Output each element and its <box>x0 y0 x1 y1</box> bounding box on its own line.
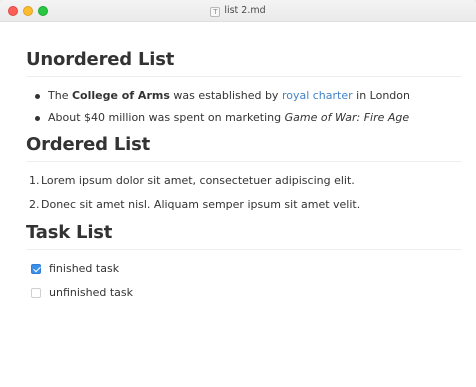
heading-ordered-list: Ordered List <box>26 134 462 162</box>
unordered-list: The College of Arms was established by r… <box>26 89 462 125</box>
list-item-text: About $40 million was spent on marketing <box>48 111 285 124</box>
task-item: unfinished task <box>26 286 462 300</box>
window-title-text: list 2.md <box>224 5 266 16</box>
list-number: 1. <box>29 174 40 187</box>
bold-text: College of Arms <box>71 89 170 102</box>
task-item: finished task <box>26 262 462 276</box>
task-checkbox-unchecked-icon[interactable] <box>31 288 41 298</box>
royal-charter-link[interactable]: royal charter <box>282 89 353 102</box>
window-title: Tlist 2.md <box>0 4 476 17</box>
task-checkbox-checked-icon[interactable] <box>31 264 41 274</box>
heading-task-list: Task List <box>26 222 462 250</box>
italic-text: Game of War: Fire Age <box>284 111 410 124</box>
list-item-text: Lorem ipsum dolor sit amet, consectetuer… <box>41 174 355 187</box>
task-label: finished task <box>49 262 120 275</box>
list-number: 2. <box>29 198 40 211</box>
title-bar: Tlist 2.md <box>0 0 476 22</box>
list-item-text: in London <box>352 89 410 102</box>
task-list: finished task unfinished task <box>26 262 462 300</box>
list-item-text: Donec sit amet nisl. Aliquam semper ipsu… <box>41 198 361 211</box>
list-item: 1. Lorem ipsum dolor sit amet, consectetu… <box>26 174 462 188</box>
list-item-text: The <box>48 89 72 102</box>
heading-unordered-list: Unordered List <box>26 49 462 77</box>
list-item-text: was established by <box>169 89 282 102</box>
list-item: About $40 million was spent on marketing… <box>26 111 462 125</box>
document-content[interactable]: Unordered List The College of Arms was e… <box>26 22 462 310</box>
editor-window: Tlist 2.md Unordered List The College of… <box>0 0 476 387</box>
task-label: unfinished task <box>49 286 134 299</box>
ordered-list: 1. Lorem ipsum dolor sit amet, consectetu… <box>26 174 462 212</box>
list-item: 2. Donec sit amet nisl. Aliquam semper ip… <box>26 198 462 212</box>
list-item: The College of Arms was established by r… <box>26 89 462 103</box>
document-icon: T <box>210 7 221 17</box>
